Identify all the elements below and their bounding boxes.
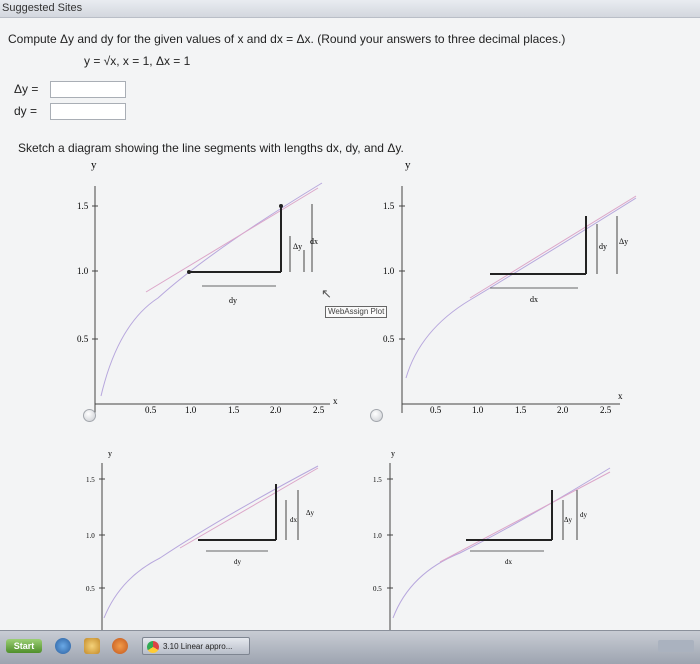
segment-label: dx — [505, 558, 513, 566]
system-tray[interactable] — [658, 640, 694, 652]
radio-option-1[interactable] — [83, 409, 96, 422]
y-axis-label: y — [391, 449, 395, 458]
x-tick-label: 1.5 — [228, 405, 240, 415]
x-tick-label: 0.5 — [145, 405, 157, 415]
x-tick-label: 2.5 — [600, 405, 612, 415]
taskbar-window-item[interactable]: 3.10 Linear appro... — [142, 637, 250, 655]
y-tick-label: 1.0 — [86, 532, 95, 540]
x-axis-label: x — [618, 391, 623, 401]
webassign-page: Compute Δy and dy for the given values o… — [0, 18, 700, 630]
plot-option-2: y x 1.5 1.0 0.5 0.5 1.0 1.5 2.0 2.5 dy Δ… — [383, 159, 637, 415]
x-tick-label: 0.5 — [430, 405, 442, 415]
segment-label: dx — [290, 516, 298, 524]
y-axis-label: y — [91, 159, 97, 171]
curve-sqrt — [103, 465, 319, 619]
tangent-line — [469, 195, 637, 299]
x-tick-label: 2.5 — [313, 405, 325, 415]
segment-label: Δy — [293, 242, 302, 251]
y-axis-label: y — [108, 449, 112, 458]
curve-sqrt — [100, 182, 323, 397]
y-tick-label: 1.0 — [383, 266, 395, 276]
y-tick-label: 1.0 — [373, 532, 382, 540]
segment-label: Δy — [619, 237, 628, 246]
suggested-sites-link[interactable]: Suggested Sites — [2, 2, 82, 14]
ie-icon[interactable] — [55, 638, 71, 654]
segment-label: dx — [530, 295, 538, 304]
plot-option-4: y 1.5 1.0 0.5 Δy dy dx — [373, 449, 611, 630]
start-button[interactable]: Start — [6, 639, 42, 653]
x-tick-label: 2.0 — [270, 405, 282, 415]
segment-label: dy — [580, 511, 588, 519]
taskbar-window-title: 3.10 Linear appro... — [163, 642, 233, 651]
radio-option-2[interactable] — [370, 409, 383, 422]
y-tick-label: 0.5 — [383, 334, 395, 344]
webassign-plot-label: WebAssign Plot — [325, 306, 388, 318]
plot-option-3: y 1.5 1.0 0.5 dx Δy dy — [86, 449, 319, 630]
y-tick-label: 1.5 — [77, 201, 89, 211]
chrome-icon — [147, 641, 159, 653]
x-tick-label: 2.0 — [557, 405, 569, 415]
x-tick-label: 1.5 — [515, 405, 527, 415]
y-axis-label: y — [405, 159, 411, 171]
segment-label: dy — [599, 242, 607, 251]
bookmarks-bar: Suggested Sites — [0, 0, 700, 18]
segment-label: dy — [234, 558, 242, 566]
y-tick-label: 1.0 — [77, 266, 89, 276]
y-tick-label: 0.5 — [77, 334, 89, 344]
y-tick-label: 0.5 — [86, 585, 95, 593]
x-tick-label: 1.0 — [185, 405, 197, 415]
y-tick-label: 0.5 — [373, 585, 382, 593]
answer-plots: y x 1.5 1.0 0.5 0.5 1.0 1.5 2.0 2.5 Δy d… — [77, 159, 637, 630]
tangent-line — [145, 187, 319, 293]
y-tick-label: 1.5 — [383, 201, 395, 211]
folder-icon[interactable] — [84, 638, 100, 654]
plot-option-1: y x 1.5 1.0 0.5 0.5 1.0 1.5 2.0 2.5 Δy d… — [77, 159, 338, 415]
segment-label: Δy — [306, 509, 315, 517]
y-tick-label: 1.5 — [86, 476, 95, 484]
x-tick-label: 1.0 — [472, 405, 484, 415]
segment-label: dy — [229, 296, 237, 305]
taskbar: Start 3.10 Linear appro... — [0, 630, 700, 664]
media-icon[interactable] — [112, 638, 128, 654]
x-axis-label: x — [333, 396, 338, 406]
tangent-line — [179, 467, 319, 549]
mouse-pointer-icon: ↖ — [321, 286, 332, 301]
segment-label: dx — [310, 237, 318, 246]
segment-label: Δy — [564, 516, 573, 524]
y-tick-label: 1.5 — [373, 476, 382, 484]
